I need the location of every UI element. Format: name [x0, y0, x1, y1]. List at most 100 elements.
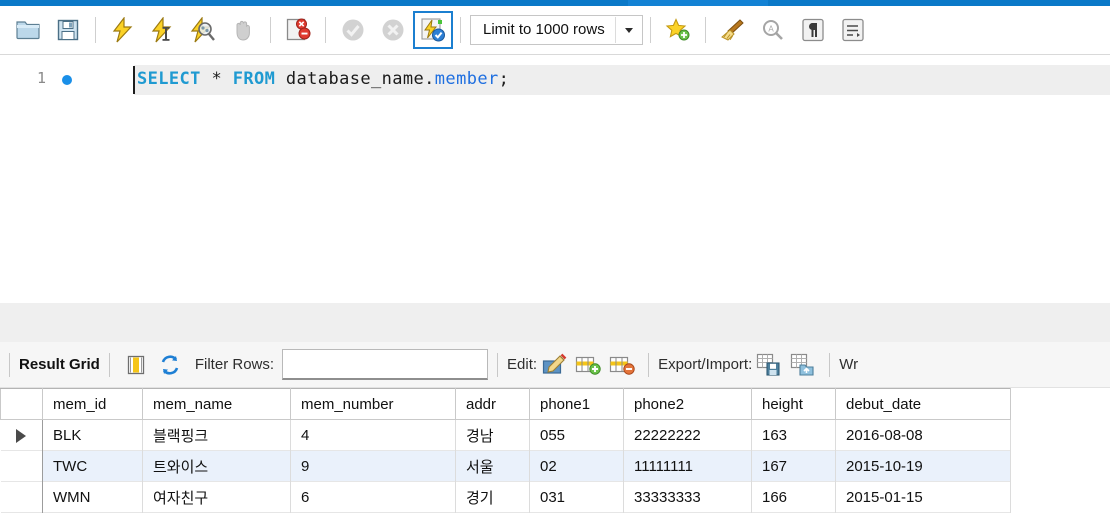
chevron-down-icon[interactable] [614, 17, 642, 43]
column-header-phone2[interactable]: phone2 [623, 388, 752, 420]
toggle-invisible-chars-button[interactable] [793, 10, 833, 50]
beautify-query-button[interactable] [713, 10, 753, 50]
sql-keyword-select: SELECT [137, 69, 201, 89]
toolbar-separator-4 [460, 17, 461, 43]
check-icon [342, 19, 364, 41]
line-number: 1 [36, 69, 46, 87]
cell-phone2[interactable]: 22222222 [623, 419, 752, 451]
cell-phone1[interactable]: 02 [529, 450, 624, 482]
refresh-icon [161, 354, 179, 375]
export-recordset-button[interactable] [752, 349, 786, 381]
cell-phone2[interactable]: 33333333 [623, 481, 752, 513]
filter-rows-label: Filter Rows: [194, 356, 275, 373]
add-snippet-button[interactable] [658, 10, 698, 50]
cell-phone1[interactable]: 055 [529, 419, 624, 451]
cross-icon [382, 19, 404, 41]
wrap-cell-content-label: Wr [839, 356, 859, 373]
insert-row-button[interactable] [571, 349, 605, 381]
stop-error-icon [286, 18, 311, 41]
edit-pencil-icon [542, 353, 567, 374]
refresh-button[interactable] [153, 349, 187, 381]
cell-addr[interactable]: 서울 [455, 450, 530, 482]
results-table: mem_id mem_name mem_number addr phone1 p… [0, 388, 1011, 513]
toggle-autocommit-button[interactable] [413, 11, 453, 49]
edit-cell-button[interactable] [537, 349, 571, 381]
table-row[interactable]: TWC 트와이스 9 서울 02 11111111 167 2015-10-19 [0, 450, 1011, 482]
toolbar-separator-6 [704, 17, 706, 43]
column-header-debut_date[interactable]: debut_date [835, 388, 1011, 420]
explain-statement-button[interactable] [183, 10, 223, 50]
sql-code-line[interactable]: SELECT * FROM database_name.member; [137, 69, 509, 89]
save-script-button[interactable] [48, 10, 88, 50]
text-caret [133, 66, 135, 94]
statement-marker-icon[interactable] [62, 75, 72, 85]
toolbar-separator-1 [95, 17, 96, 43]
row-selector-cell[interactable] [0, 450, 43, 482]
table-row[interactable]: WMN 여자친구 6 경기 031 33333333 166 2015-01-1… [0, 481, 1011, 513]
hand-icon [236, 20, 250, 41]
column-header-mem_id[interactable]: mem_id [42, 388, 143, 420]
delete-row-button[interactable] [605, 349, 639, 381]
rollback-button[interactable] [373, 10, 413, 50]
cell-mem_id[interactable]: WMN [42, 481, 143, 513]
limit-rows-label: Limit to 1000 rows [483, 21, 605, 38]
cell-mem_number[interactable]: 6 [290, 481, 456, 513]
row-selector-cell[interactable] [0, 481, 43, 513]
open-script-button[interactable] [8, 10, 48, 50]
folder-icon [16, 21, 40, 40]
column-header-addr[interactable]: addr [455, 388, 530, 420]
export-import-label: Export/Import: [658, 356, 753, 373]
table-row[interactable]: BLK 블랙핑크 4 경남 055 22222222 163 2016-08-0… [0, 419, 1011, 451]
cell-mem_name[interactable]: 트와이스 [142, 450, 291, 482]
cell-debut_date[interactable]: 2015-01-15 [835, 481, 1011, 513]
cell-phone1[interactable]: 031 [529, 481, 624, 513]
cell-mem_number[interactable]: 9 [290, 450, 456, 482]
cell-height[interactable]: 167 [751, 450, 836, 482]
insert-row-icon [575, 356, 601, 375]
cell-height[interactable]: 163 [751, 419, 836, 451]
bolt-check-icon [421, 18, 445, 42]
row-selector-header [0, 388, 43, 420]
find-button[interactable]: A [753, 10, 793, 50]
cell-addr[interactable]: 경기 [455, 481, 530, 513]
export-recordset-icon [757, 353, 780, 376]
stop-execution-button[interactable] [223, 10, 263, 50]
star-plus-icon [665, 18, 690, 41]
execute-statement-button[interactable] [103, 10, 143, 50]
cell-mem_id[interactable]: BLK [42, 419, 143, 451]
form-editor-icon [127, 355, 145, 374]
wrap-lines-button[interactable] [833, 10, 873, 50]
cell-debut_date[interactable]: 2015-10-19 [835, 450, 1011, 482]
cell-mem_name[interactable]: 여자친구 [142, 481, 291, 513]
import-recordset-button[interactable] [786, 349, 820, 381]
cell-debut_date[interactable]: 2016-08-08 [835, 419, 1011, 451]
gridbar-separator-2 [497, 352, 499, 377]
gridbar-separator-3 [648, 352, 650, 377]
bolt-cursor-icon [151, 17, 172, 43]
commit-button[interactable] [333, 10, 373, 50]
sql-editor[interactable]: 1 SELECT * FROM database_name.member; [0, 55, 1110, 303]
cell-mem_number[interactable]: 4 [290, 419, 456, 451]
gridbar-separator-0 [9, 352, 10, 377]
toolbar-separator-3 [325, 17, 326, 43]
column-header-height[interactable]: height [751, 388, 836, 420]
row-selector-cell[interactable] [0, 419, 43, 451]
cell-phone2[interactable]: 11111111 [623, 450, 752, 482]
editor-gutter: 1 [0, 55, 108, 303]
column-header-mem_name[interactable]: mem_name [142, 388, 291, 420]
cell-addr[interactable]: 경남 [455, 419, 530, 451]
column-header-phone1[interactable]: phone1 [529, 388, 624, 420]
execute-current-statement-button[interactable] [143, 10, 183, 50]
sql-star: * [200, 69, 233, 89]
toggle-stop-on-error-button[interactable] [278, 10, 318, 50]
toolbar-separator-5 [649, 17, 651, 43]
cell-mem_name[interactable]: 블랙핑크 [142, 419, 291, 451]
sql-table-name: member [434, 69, 499, 89]
limit-rows-dropdown[interactable]: Limit to 1000 rows [470, 15, 643, 45]
filter-rows-input[interactable] [282, 349, 489, 380]
column-header-mem_number[interactable]: mem_number [290, 388, 456, 420]
cell-height[interactable]: 166 [751, 481, 836, 513]
form-editor-button[interactable] [119, 349, 153, 381]
cell-mem_id[interactable]: TWC [42, 450, 143, 482]
current-row-marker-icon [16, 428, 27, 443]
